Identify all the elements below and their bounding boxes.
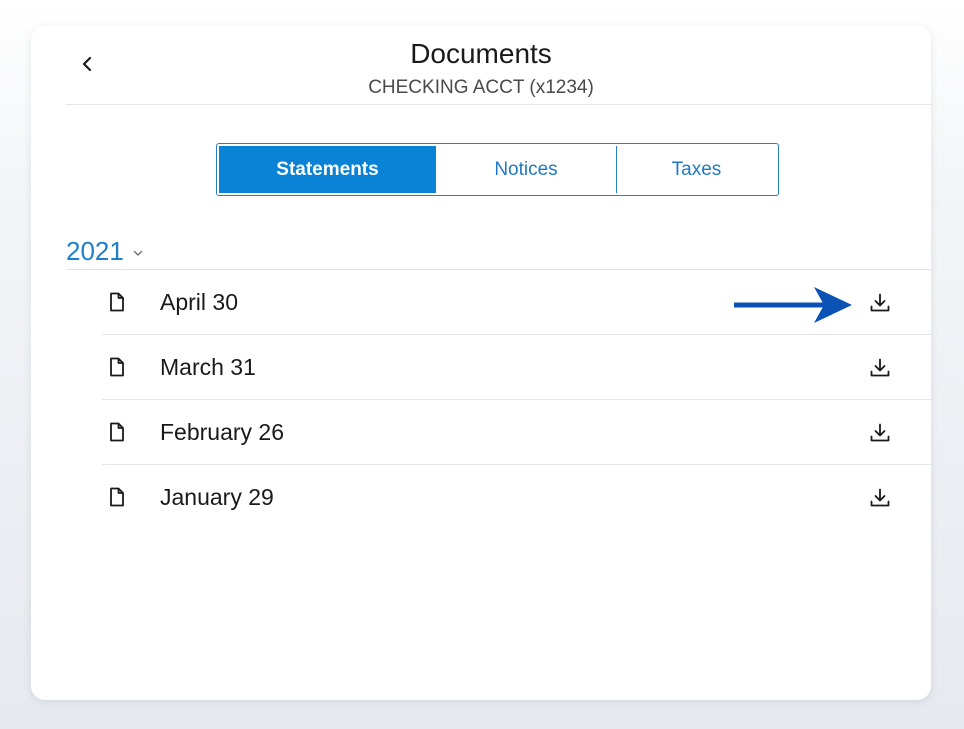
header-divider [66,104,931,105]
chevron-down-icon [133,250,143,256]
list-item: February 26 [102,400,931,465]
annotation-arrow-icon [734,287,852,323]
tab-statements[interactable]: Statements [219,146,436,193]
document-icon [110,292,124,312]
statement-label[interactable]: February 26 [160,400,284,464]
download-icon[interactable] [868,291,892,315]
year-group-toggle[interactable]: 2021 [66,236,144,267]
document-type-tabs: Statements Notices Taxes [216,143,779,196]
page-title: Documents [410,38,552,69]
account-subtitle: CHECKING ACCT (x1234) [368,77,594,98]
tab-taxes[interactable]: Taxes [617,146,776,193]
download-icon[interactable] [868,486,892,510]
document-icon [110,422,124,442]
year-label: 2021 [66,236,124,266]
document-icon [110,487,124,507]
tab-notices[interactable]: Notices [436,146,617,193]
documents-panel: Documents CHECKING ACCT (x1234) Statemen… [31,26,931,700]
download-icon[interactable] [868,421,892,445]
statement-label[interactable]: April 30 [160,270,238,334]
statement-label[interactable]: January 29 [160,465,274,529]
list-item: January 29 [102,465,931,529]
list-item: March 31 [102,335,931,400]
download-icon[interactable] [868,356,892,380]
document-icon [110,357,124,377]
statement-label[interactable]: March 31 [160,335,256,399]
